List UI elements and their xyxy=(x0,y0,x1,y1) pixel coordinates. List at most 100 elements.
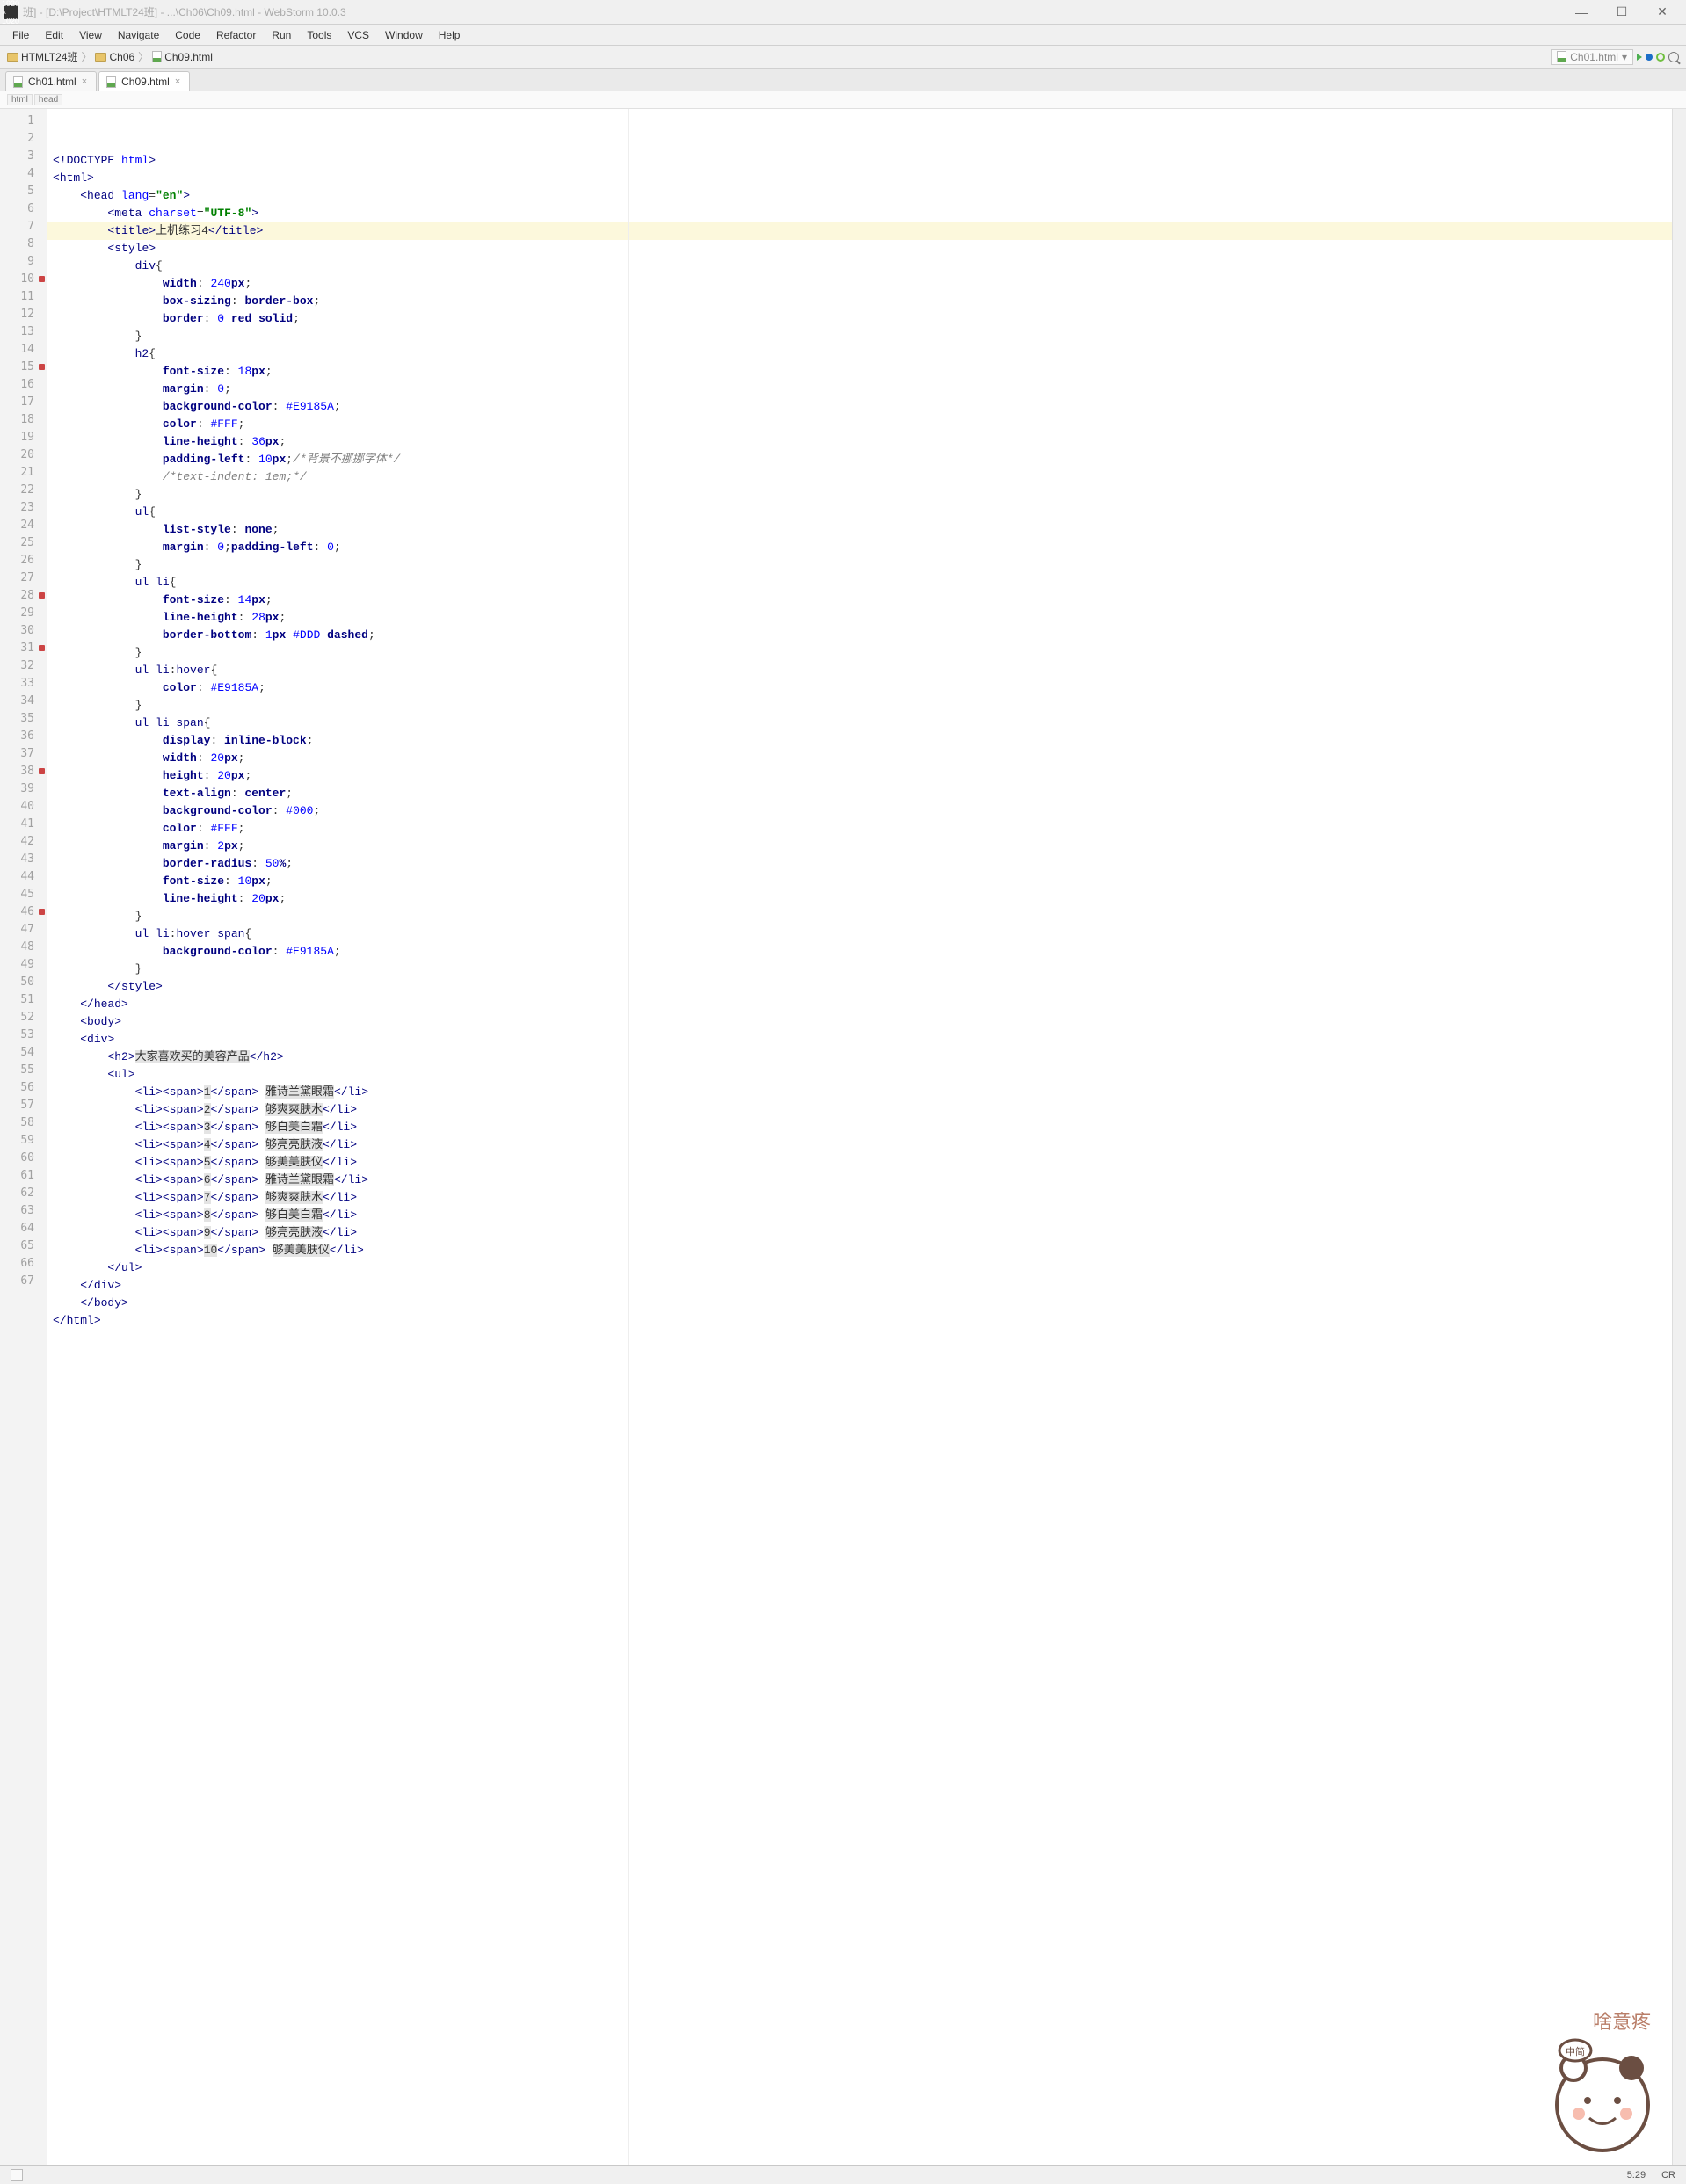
breadcrumb-chip[interactable]: head xyxy=(34,94,62,105)
code-line[interactable]: h2{ xyxy=(47,345,1672,363)
line-number[interactable]: 49 xyxy=(0,956,47,974)
line-number[interactable]: 54 xyxy=(0,1044,47,1062)
code-line[interactable]: <li><span>7</span> 够爽爽肤水</li> xyxy=(47,1189,1672,1207)
line-number[interactable]: 30 xyxy=(0,622,47,640)
close-icon[interactable]: × xyxy=(175,76,180,87)
search-icon[interactable] xyxy=(1668,52,1679,62)
line-number[interactable]: 47 xyxy=(0,921,47,939)
code-line[interactable]: } xyxy=(47,556,1672,574)
line-number[interactable]: 2 xyxy=(0,130,47,148)
code-line[interactable]: font-size: 14px; xyxy=(47,591,1672,609)
line-number[interactable]: 40 xyxy=(0,798,47,816)
line-number[interactable]: 29 xyxy=(0,605,47,622)
menu-vcs[interactable]: VCS xyxy=(340,27,376,43)
line-number[interactable]: 26 xyxy=(0,552,47,570)
code-line[interactable]: <style> xyxy=(47,240,1672,258)
code-line[interactable]: <!DOCTYPE html> xyxy=(47,152,1672,170)
code-line[interactable]: </style> xyxy=(47,978,1672,996)
line-number[interactable]: 22 xyxy=(0,482,47,499)
code-line[interactable]: height: 20px; xyxy=(47,767,1672,785)
line-number[interactable]: 10 xyxy=(0,271,47,288)
line-number[interactable]: 20 xyxy=(0,446,47,464)
code-line[interactable]: <title>上机练习4</title> xyxy=(47,222,1672,240)
code-line[interactable]: <meta charset="UTF-8"> xyxy=(47,205,1672,222)
vertical-scrollbar[interactable] xyxy=(1672,109,1686,2165)
menu-view[interactable]: View xyxy=(72,27,109,43)
code-line[interactable]: padding-left: 10px;/*背景不挪挪字体*/ xyxy=(47,451,1672,468)
code-line[interactable]: background-color: #E9185A; xyxy=(47,398,1672,416)
tab-ch09-html[interactable]: Ch09.html× xyxy=(98,71,190,91)
code-line[interactable]: div{ xyxy=(47,258,1672,275)
line-number[interactable]: 15 xyxy=(0,359,47,376)
code-line[interactable]: width: 20px; xyxy=(47,750,1672,767)
line-number[interactable]: 45 xyxy=(0,886,47,903)
line-number[interactable]: 34 xyxy=(0,693,47,710)
code-line[interactable]: width: 240px; xyxy=(47,275,1672,293)
line-number[interactable]: 18 xyxy=(0,411,47,429)
line-number[interactable]: 36 xyxy=(0,728,47,745)
code-line[interactable]: } xyxy=(47,908,1672,925)
line-number[interactable]: 56 xyxy=(0,1079,47,1097)
code-line[interactable]: border-bottom: 1px #DDD dashed; xyxy=(47,627,1672,644)
code-line[interactable]: </html> xyxy=(47,1312,1672,1330)
line-number[interactable]: 37 xyxy=(0,745,47,763)
menu-edit[interactable]: Edit xyxy=(38,27,70,43)
line-number[interactable]: 57 xyxy=(0,1097,47,1114)
code-line[interactable]: line-height: 36px; xyxy=(47,433,1672,451)
run-icon[interactable] xyxy=(1637,54,1642,61)
line-number[interactable]: 33 xyxy=(0,675,47,693)
code-line[interactable]: color: #E9185A; xyxy=(47,679,1672,697)
code-line[interactable]: margin: 0;padding-left: 0; xyxy=(47,539,1672,556)
code-line[interactable]: box-sizing: border-box; xyxy=(47,293,1672,310)
code-line[interactable]: display: inline-block; xyxy=(47,732,1672,750)
code-line[interactable]: color: #FFF; xyxy=(47,416,1672,433)
code-line[interactable]: line-height: 20px; xyxy=(47,890,1672,908)
code-line[interactable]: </head> xyxy=(47,996,1672,1013)
line-number[interactable]: 24 xyxy=(0,517,47,534)
line-number[interactable]: 5 xyxy=(0,183,47,200)
line-number[interactable]: 53 xyxy=(0,1027,47,1044)
line-number[interactable]: 31 xyxy=(0,640,47,657)
menu-file[interactable]: File xyxy=(5,27,36,43)
code-line[interactable]: border: 0 red solid; xyxy=(47,310,1672,328)
line-number[interactable]: 25 xyxy=(0,534,47,552)
line-number[interactable]: 17 xyxy=(0,394,47,411)
code-line[interactable]: font-size: 10px; xyxy=(47,873,1672,890)
line-number[interactable]: 14 xyxy=(0,341,47,359)
code-line[interactable]: } xyxy=(47,486,1672,504)
line-number[interactable]: 62 xyxy=(0,1185,47,1202)
code-line[interactable]: } xyxy=(47,644,1672,662)
line-number[interactable]: 21 xyxy=(0,464,47,482)
code-line[interactable]: margin: 0; xyxy=(47,381,1672,398)
line-number[interactable]: 42 xyxy=(0,833,47,851)
line-number[interactable]: 28 xyxy=(0,587,47,605)
line-number[interactable]: 4 xyxy=(0,165,47,183)
code-line[interactable]: ul li{ xyxy=(47,574,1672,591)
tab-ch01-html[interactable]: Ch01.html× xyxy=(5,71,97,91)
code-line[interactable]: <li><span>5</span> 够美美肤仪</li> xyxy=(47,1154,1672,1172)
line-number[interactable]: 60 xyxy=(0,1150,47,1167)
line-number[interactable]: 23 xyxy=(0,499,47,517)
line-number[interactable]: 64 xyxy=(0,1220,47,1237)
code-line[interactable]: /*text-indent: 1em;*/ xyxy=(47,468,1672,486)
line-number[interactable]: 52 xyxy=(0,1009,47,1027)
line-number[interactable]: 16 xyxy=(0,376,47,394)
code-line[interactable]: <li><span>10</span> 够美美肤仪</li> xyxy=(47,1242,1672,1259)
line-number[interactable]: 65 xyxy=(0,1237,47,1255)
line-number[interactable]: 39 xyxy=(0,780,47,798)
line-number[interactable]: 51 xyxy=(0,991,47,1009)
line-number[interactable]: 50 xyxy=(0,974,47,991)
code-line[interactable]: <li><span>3</span> 够白美白霜</li> xyxy=(47,1119,1672,1136)
minimize-button[interactable]: — xyxy=(1561,0,1602,25)
line-number[interactable]: 13 xyxy=(0,323,47,341)
menu-help[interactable]: Help xyxy=(432,27,468,43)
line-number[interactable]: 3 xyxy=(0,148,47,165)
line-number[interactable]: 1 xyxy=(0,112,47,130)
gutter[interactable]: 1234567891011121314151617181920212223242… xyxy=(0,109,47,2165)
line-number[interactable]: 41 xyxy=(0,816,47,833)
line-number[interactable]: 67 xyxy=(0,1273,47,1290)
menu-window[interactable]: Window xyxy=(378,27,430,43)
line-number[interactable]: 35 xyxy=(0,710,47,728)
code-line[interactable]: <div> xyxy=(47,1031,1672,1048)
maximize-button[interactable]: ☐ xyxy=(1602,0,1642,25)
